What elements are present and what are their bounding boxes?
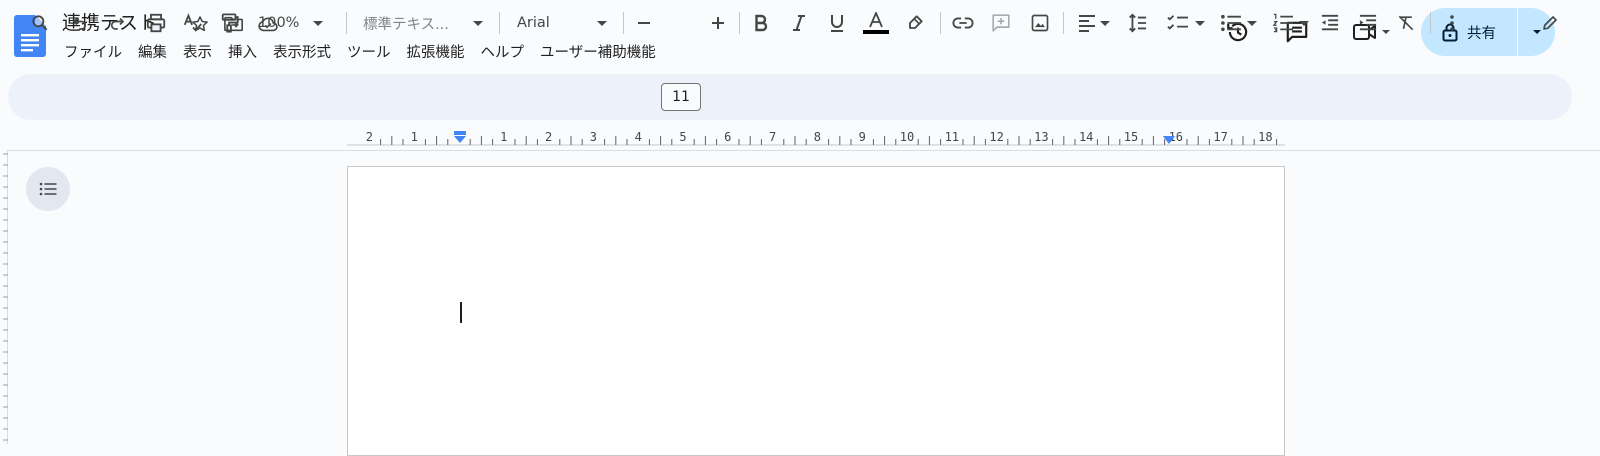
right-indent-marker-icon[interactable] <box>1162 135 1176 147</box>
align-button[interactable] <box>1074 11 1112 35</box>
horizontal-ruler[interactable]: 2 1 1 2 3 4 5 6 7 8 9 10 11 12 13 14 15 16 17 18 <box>0 122 1600 148</box>
ruler-number: 3 <box>589 130 598 144</box>
toolbar-divider <box>346 12 347 34</box>
menu-file[interactable]: ファイル <box>56 41 130 65</box>
underline-icon[interactable] <box>826 11 848 35</box>
chevron-down-icon <box>313 21 324 26</box>
outline-list-icon <box>39 182 57 196</box>
checklist-button[interactable] <box>1162 11 1208 35</box>
menu-view[interactable]: 表示 <box>175 41 220 65</box>
ruler-number: 10 <box>899 130 915 144</box>
increase-indent-icon[interactable] <box>1356 11 1380 35</box>
ruler-number: 4 <box>634 130 642 144</box>
print-icon[interactable] <box>143 11 169 35</box>
zoom-value: 100% <box>258 15 300 31</box>
paragraph-style-select[interactable]: 標準テキス... <box>363 11 483 35</box>
highlight-color-icon[interactable] <box>903 11 927 35</box>
ruler-number: 6 <box>724 130 732 144</box>
toolbar-divider <box>1063 12 1064 34</box>
ruler-number: 2 <box>365 130 374 144</box>
document-outline-button[interactable] <box>26 167 70 211</box>
menu-extensions[interactable]: 拡張機能 <box>399 41 473 65</box>
paint-format-icon[interactable] <box>218 11 242 35</box>
menu-help[interactable]: ヘルプ <box>473 41 533 65</box>
add-comment-icon[interactable] <box>989 11 1013 35</box>
text-cursor <box>460 302 462 323</box>
menu-insert[interactable]: 挿入 <box>220 41 265 65</box>
ruler-number: 8 <box>813 130 822 144</box>
ruler-number: 7 <box>768 130 777 144</box>
toolbar-divider <box>739 12 740 34</box>
chevron-down-icon <box>1382 30 1390 34</box>
menu-bar: ファイル 編集 表示 挿入 表示形式 ツール 拡張機能 ヘルプ ユーザー補助機能 <box>56 41 664 65</box>
toolbar-divider <box>940 12 941 34</box>
decrease-indent-icon[interactable] <box>1318 11 1342 35</box>
ruler-number: 2 <box>544 130 553 144</box>
ruler-number: 15 <box>1123 130 1139 144</box>
search-menus-icon[interactable] <box>28 11 52 35</box>
chevron-down-icon <box>1246 21 1257 26</box>
clear-formatting-icon[interactable] <box>1394 11 1418 35</box>
menu-edit[interactable]: 編集 <box>130 41 175 65</box>
text-color-icon <box>869 12 883 28</box>
chevron-down-icon <box>597 21 607 26</box>
increase-font-size-icon[interactable] <box>708 11 728 35</box>
editing-mode-icon[interactable] <box>1538 11 1562 35</box>
ruler-number: 1 <box>410 130 418 144</box>
text-color-swatch <box>863 30 889 34</box>
text-color-button[interactable] <box>862 11 890 35</box>
ruler-number: 1 <box>500 130 508 144</box>
undo-icon[interactable] <box>68 11 92 35</box>
share-label: 共有 <box>1467 25 1496 42</box>
toolbar-divider <box>499 12 500 34</box>
menu-accessibility[interactable]: ユーザー補助機能 <box>532 41 664 65</box>
align-left-icon <box>1078 15 1095 32</box>
bulleted-list-button[interactable] <box>1216 11 1260 35</box>
spellcheck-icon[interactable] <box>181 11 205 35</box>
share-button[interactable]: 共有 <box>1421 8 1517 56</box>
menu-format[interactable]: 表示形式 <box>265 41 339 65</box>
numbered-list-button[interactable] <box>1268 11 1312 35</box>
paragraph-style-value: 標準テキス... <box>363 16 449 33</box>
vertical-ruler[interactable] <box>0 150 8 444</box>
decrease-font-size-icon[interactable] <box>634 11 654 35</box>
ruler-number: 9 <box>858 130 866 144</box>
insert-link-icon[interactable] <box>950 11 976 35</box>
font-value: Arial <box>517 15 550 31</box>
ruler-number: 17 <box>1213 130 1228 144</box>
bold-icon[interactable] <box>750 11 772 35</box>
insert-image-icon[interactable] <box>1028 11 1052 35</box>
chevron-down-icon <box>1298 21 1309 26</box>
font-select[interactable]: Arial <box>517 11 607 35</box>
checklist-icon <box>1166 15 1188 30</box>
toolbar <box>8 74 1572 120</box>
italic-icon[interactable] <box>788 11 810 35</box>
document-page[interactable] <box>347 166 1285 456</box>
redo-icon[interactable] <box>105 11 129 35</box>
toolbar-divider <box>623 12 624 34</box>
chevron-down-icon <box>1099 21 1110 26</box>
font-size-input[interactable]: 11 <box>661 83 701 111</box>
bulleted-list-icon <box>1220 14 1241 32</box>
ruler-number: 12 <box>989 130 1004 144</box>
numbered-list-icon <box>1272 13 1293 33</box>
chevron-down-icon <box>1194 21 1205 26</box>
left-indent-marker-icon[interactable] <box>453 131 467 145</box>
ruler-number: 11 <box>944 130 960 144</box>
menu-tools[interactable]: ツール <box>339 41 399 65</box>
line-spacing-icon[interactable] <box>1124 11 1150 35</box>
zoom-select[interactable]: 100% <box>258 11 338 35</box>
chevron-down-icon <box>473 21 483 26</box>
ruler-number: 14 <box>1078 130 1094 144</box>
toolbar-divider <box>1430 12 1431 34</box>
ruler-number: 5 <box>679 130 687 144</box>
ruler-number: 13 <box>1034 130 1049 144</box>
more-options-icon[interactable] <box>1440 11 1464 35</box>
ruler-number: 18 <box>1258 130 1273 144</box>
